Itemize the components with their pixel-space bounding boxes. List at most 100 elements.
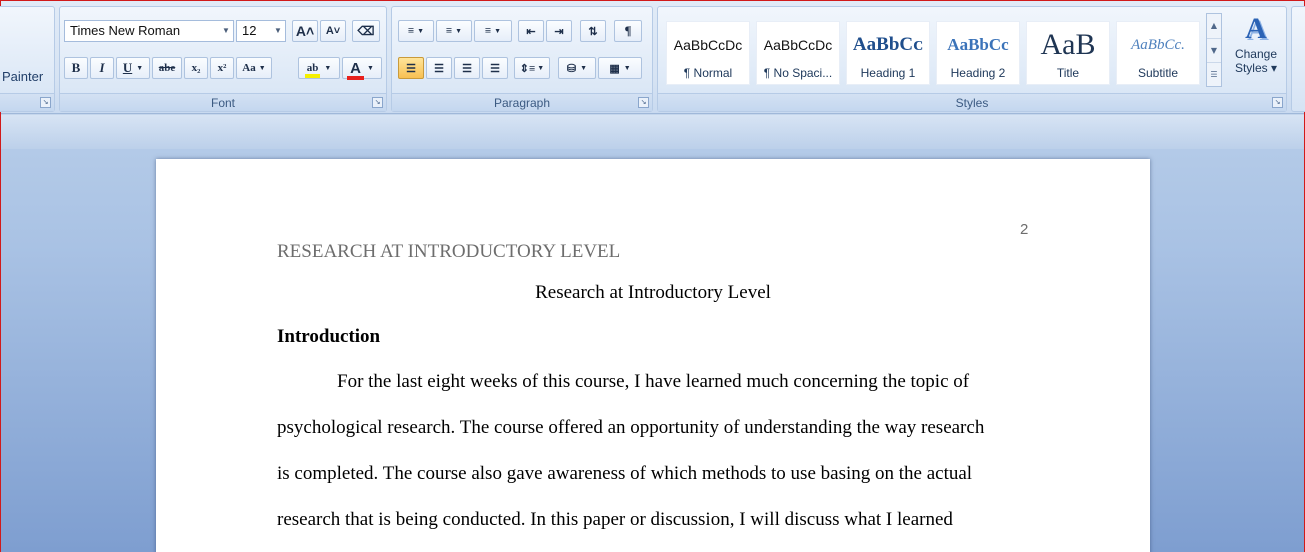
style-preview: AaBbCcDc [673,37,743,53]
pilcrow-icon: ¶ [624,23,632,38]
superscript-button[interactable]: x² [210,57,234,79]
chevron-down-icon[interactable]: ▼ [259,64,266,72]
subscript-label: x₂ [191,62,201,74]
align-right-icon: ☰ [462,62,472,75]
style-title[interactable]: AaB Title [1026,21,1110,85]
borders-button[interactable]: ▦ ▼ [598,57,642,79]
style-name: Title [1056,66,1080,80]
section-heading: Introduction [277,326,381,347]
font-size-combo[interactable]: 12 ▼ [236,20,286,42]
shading-button[interactable]: ⛁ ▼ [558,57,596,79]
chevron-down-icon[interactable]: ▼ [417,27,424,35]
style-name: Heading 1 [860,66,916,80]
font-color-label: A [350,59,361,77]
font-group-label: Font [60,93,386,111]
clear-formatting-button[interactable]: ⌫ [352,20,380,42]
style-name: ¶ No Spaci... [763,66,833,80]
line-spacing-icon: ⇕≡ [519,62,536,75]
align-right-button[interactable]: ☰ [454,57,480,79]
paragraph-launcher-icon[interactable]: ↘ [638,97,649,108]
chevron-down-icon[interactable]: ▼ [624,64,631,72]
change-styles-label: Change [1234,47,1278,61]
align-center-button[interactable]: ☰ [426,57,452,79]
change-case-button[interactable]: Aa ▼ [236,57,272,79]
decrease-indent-button[interactable]: ⇤ [518,20,544,42]
body-line: For the last eight weeks of this course,… [337,371,970,392]
scroll-up-icon[interactable]: ▲ [1207,14,1221,38]
ribbon: Painter ↘ Times New Roman ▼ 12 ▼ A˄ A˅ ⌫… [0,1,1305,114]
style-heading-2[interactable]: AaBbCc Heading 2 [936,21,1020,85]
style-no-spacing[interactable]: AaBbCcDc ¶ No Spaci... [756,21,840,85]
clipboard-launcher-icon[interactable]: ↘ [40,97,51,108]
chevron-down-icon[interactable]: ▼ [580,64,587,72]
bullets-icon: ≡ [407,25,415,37]
bullets-button[interactable]: ≡ ▼ [398,20,434,42]
highlight-button[interactable]: ab ▼ [298,57,340,79]
align-left-button[interactable]: ☰ [398,57,424,79]
increase-indent-icon: ⇥ [554,25,564,38]
style-heading-1[interactable]: AaBbCᴄ Heading 1 [846,21,930,85]
font-name-combo[interactable]: Times New Roman ▼ [64,20,234,42]
chevron-down-icon[interactable]: ▼ [537,64,544,72]
numbering-button[interactable]: ≡ ▼ [436,20,472,42]
shrink-font-label: A˅ [325,25,341,37]
highlight-icon: ab [304,62,321,78]
grow-font-button[interactable]: A˄ [292,20,318,42]
font-launcher-icon[interactable]: ↘ [372,97,383,108]
chevron-down-icon[interactable]: ▼ [271,21,285,41]
workspace-top-band [1,115,1304,149]
style-normal[interactable]: AaBbCcDc ¶ Normal [666,21,750,85]
numbering-icon: ≡ [445,25,453,37]
chevron-down-icon[interactable]: ▼ [324,64,331,72]
italic-button[interactable]: I [90,57,114,79]
underline-button[interactable]: U ▼ [116,57,150,79]
align-center-icon: ☰ [434,62,444,75]
scroll-down-icon[interactable]: ▼ [1207,38,1221,62]
document-title: Research at Introductory Level [535,282,771,303]
superscript-label: x² [217,62,227,74]
chevron-down-icon[interactable]: ▼ [455,27,462,35]
bold-button[interactable]: B [64,57,88,79]
chevron-down-icon[interactable]: ▼ [219,21,233,41]
chevron-down-icon[interactable]: ▼ [494,27,501,35]
body-line: is completed. The course also gave aware… [277,463,973,484]
format-painter-button[interactable]: Painter [2,69,43,84]
justify-button[interactable]: ☰ [482,57,508,79]
shrink-font-button[interactable]: A˅ [320,20,346,42]
multilevel-list-button[interactable]: ≡ ▼ [474,20,512,42]
line-spacing-button[interactable]: ⇕≡ ▼ [514,57,550,79]
editing-group-edge [1291,6,1305,112]
style-preview: AaBbCc. [1131,36,1185,53]
style-preview: AaBbCc [947,35,1009,54]
grow-font-label: A˄ [295,23,315,39]
font-color-icon: A [347,59,364,80]
font-color-button[interactable]: A ▼ [342,57,382,80]
paragraph-group-label: Paragraph [392,93,652,111]
styles-scroll: ▲ ▼ ☰ [1206,13,1222,87]
style-preview: AaBbCᴄ [852,34,924,55]
more-styles-icon[interactable]: ☰ [1207,62,1221,86]
running-head: RESEARCH AT INTRODUCTORY LEVEL [277,241,621,262]
change-styles-icon: A [1245,12,1267,45]
paint-bucket-icon: ⛁ [566,62,577,75]
sort-button[interactable]: ⇅ [580,20,606,42]
style-subtitle[interactable]: AaBbCc. Subtitle [1116,21,1200,85]
change-styles-button[interactable]: A Change Styles ▾ [1228,11,1284,91]
document-page[interactable]: 2 RESEARCH AT INTRODUCTORY LEVEL Researc… [156,159,1150,552]
chevron-down-icon[interactable]: ▼ [367,64,374,72]
font-color-swatch [347,75,364,80]
italic-label: I [99,60,105,75]
decrease-indent-icon: ⇤ [526,25,536,38]
subscript-button[interactable]: x₂ [184,57,208,79]
increase-indent-button[interactable]: ⇥ [546,20,572,42]
bold-label: B [71,60,81,75]
style-preview: AaBbCcDc [763,37,833,53]
strikethrough-button[interactable]: abe [152,57,182,79]
change-styles-label-2: Styles ▾ [1234,61,1278,75]
show-formatting-button[interactable]: ¶ [614,20,642,42]
chevron-down-icon[interactable]: ▼ [136,64,143,72]
paragraph-group: ≡ ▼ ≡ ▼ ≡ ▼ ⇤ ⇥ ⇅ ¶ ☰ ☰ ☰ ☰ ⇕≡ ▼ ⛁ ▼ ▦ ▼… [391,6,653,112]
body-line: psychological research. The course offer… [277,417,985,438]
sort-icon: ⇅ [588,25,598,38]
styles-launcher-icon[interactable]: ↘ [1272,97,1283,108]
